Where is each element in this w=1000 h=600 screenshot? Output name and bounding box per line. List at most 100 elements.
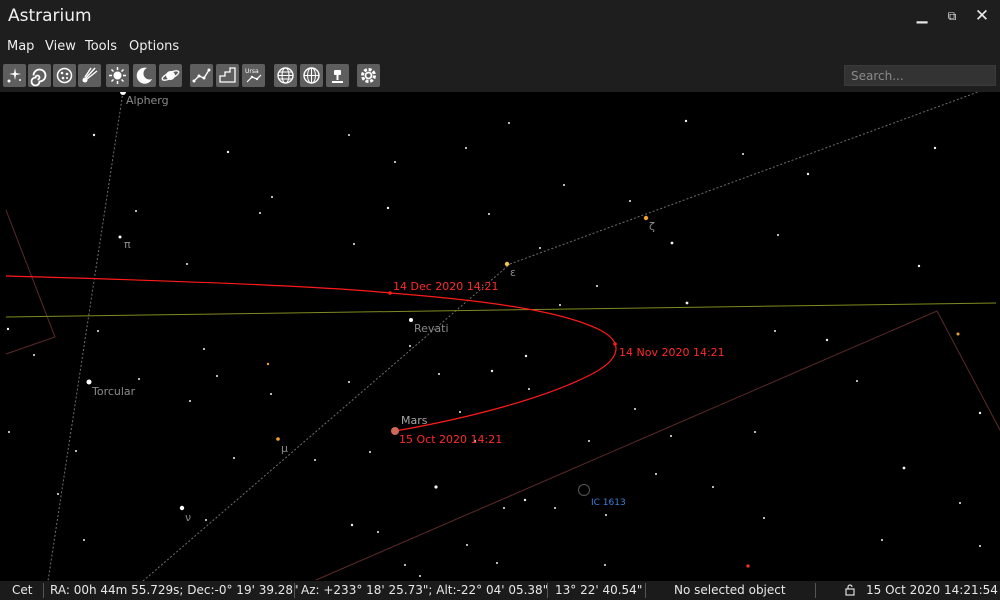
faint-star[interactable] xyxy=(438,373,440,375)
faint-star[interactable] xyxy=(270,393,272,395)
menu-view[interactable]: View xyxy=(45,39,76,54)
minimize-button[interactable]: ▁ xyxy=(908,5,936,27)
faint-star[interactable] xyxy=(33,354,35,356)
star-zeta[interactable] xyxy=(643,215,649,221)
star-nu[interactable] xyxy=(179,505,185,511)
faint-star[interactable] xyxy=(83,539,85,541)
sky-map[interactable]: Alpherg π ε ζ Revati Torcular μ ν 14 Dec… xyxy=(0,92,1000,581)
faint-star[interactable] xyxy=(503,507,505,509)
faint-star[interactable] xyxy=(135,210,137,212)
constellation-lines-icon[interactable] xyxy=(190,64,213,87)
faint-star[interactable] xyxy=(523,498,527,502)
faint-star[interactable] xyxy=(226,150,230,154)
menu-options[interactable]: Options xyxy=(129,39,179,54)
faint-star[interactable] xyxy=(524,354,528,358)
ic1613-marker[interactable] xyxy=(578,484,590,496)
sun-icon[interactable] xyxy=(106,64,129,87)
faint-star[interactable] xyxy=(459,411,461,413)
faint-star[interactable] xyxy=(629,200,631,202)
restore-button[interactable]: ⧉ xyxy=(938,5,966,27)
faint-star[interactable] xyxy=(856,380,858,382)
faint-star[interactable] xyxy=(742,153,744,155)
faint-star[interactable] xyxy=(386,206,390,210)
faint-star[interactable] xyxy=(271,196,273,198)
faint-star[interactable] xyxy=(559,304,561,306)
status-datetime[interactable]: 15 Oct 2020 14:21:54 xyxy=(866,583,998,597)
faint-star[interactable] xyxy=(259,212,261,214)
faint-star[interactable] xyxy=(959,502,961,504)
planet-icon[interactable] xyxy=(159,64,182,87)
faint-star[interactable] xyxy=(917,264,921,268)
mars-track-point-dec[interactable] xyxy=(388,291,392,295)
faint-star[interactable] xyxy=(350,523,354,527)
moon-icon[interactable] xyxy=(133,64,156,87)
faint-star[interactable] xyxy=(348,134,350,136)
faint-star[interactable] xyxy=(496,562,498,564)
faint-star[interactable] xyxy=(508,122,510,124)
faint-star[interactable] xyxy=(377,531,379,533)
search-input[interactable] xyxy=(844,65,996,86)
galaxy-icon[interactable] xyxy=(28,64,51,87)
faint-star[interactable] xyxy=(978,411,982,415)
faint-star[interactable] xyxy=(933,146,937,150)
faint-star[interactable] xyxy=(490,369,494,373)
faint-star[interactable] xyxy=(712,486,714,488)
faint-star[interactable] xyxy=(539,247,541,249)
faint-star[interactable] xyxy=(205,519,207,521)
faint-star[interactable] xyxy=(684,119,688,123)
star-epsilon[interactable] xyxy=(504,261,510,267)
sky-chart[interactable]: Alpherg π ε ζ Revati Torcular μ ν 14 Dec… xyxy=(0,92,1000,581)
faint-star[interactable] xyxy=(881,539,883,541)
mars-planet[interactable] xyxy=(391,427,399,435)
faint-star[interactable] xyxy=(588,440,590,442)
settings-icon[interactable] xyxy=(357,64,380,87)
faint-star[interactable] xyxy=(216,375,218,377)
faint-star[interactable] xyxy=(763,517,765,519)
faint-star[interactable] xyxy=(92,133,96,137)
constellation-labels-icon[interactable]: Ursa xyxy=(242,64,265,87)
faint-star[interactable] xyxy=(419,575,421,577)
faint-star[interactable] xyxy=(754,431,756,433)
star-cluster-icon[interactable] xyxy=(53,64,76,87)
faint-star[interactable] xyxy=(655,473,657,475)
faint-star[interactable] xyxy=(902,466,906,470)
faint-star[interactable] xyxy=(528,388,530,390)
star-mu[interactable] xyxy=(276,437,280,441)
faint-star[interactable] xyxy=(774,330,776,332)
faint-star[interactable] xyxy=(825,338,829,342)
faint-star[interactable] xyxy=(369,451,371,453)
comet-icon[interactable] xyxy=(78,64,101,87)
menu-map[interactable]: Map xyxy=(7,39,34,54)
faint-star[interactable] xyxy=(979,545,981,547)
constellation-borders-icon[interactable] xyxy=(216,64,239,87)
faint-star[interactable] xyxy=(353,243,355,245)
faint-star[interactable] xyxy=(488,213,490,215)
faint-star[interactable] xyxy=(806,172,810,176)
faint-star[interactable] xyxy=(97,330,99,332)
mars-track-point-nov[interactable] xyxy=(613,342,617,346)
faint-star[interactable] xyxy=(8,431,10,433)
star-pi[interactable] xyxy=(118,235,122,239)
star-torcular[interactable] xyxy=(86,379,92,385)
faint-star[interactable] xyxy=(634,408,636,410)
faint-star[interactable] xyxy=(596,285,598,287)
faint-star[interactable] xyxy=(75,450,77,452)
faint-star[interactable] xyxy=(563,184,565,186)
horizontal-grid-icon[interactable] xyxy=(300,64,323,87)
faint-star[interactable] xyxy=(189,400,191,402)
faint-star[interactable] xyxy=(186,263,188,265)
faint-star[interactable] xyxy=(685,301,689,305)
faint-star[interactable] xyxy=(314,459,316,461)
star-red[interactable] xyxy=(746,564,750,568)
faint-star[interactable] xyxy=(6,327,10,331)
faint-star[interactable] xyxy=(409,345,411,347)
faint-star[interactable] xyxy=(670,241,674,245)
faint-star[interactable] xyxy=(348,381,350,383)
faint-star[interactable] xyxy=(465,147,467,149)
stars-icon[interactable] xyxy=(3,64,26,87)
equatorial-grid-icon[interactable] xyxy=(274,64,297,87)
faint-star[interactable] xyxy=(604,564,606,566)
star-orange-small[interactable] xyxy=(266,362,270,366)
faint-star[interactable] xyxy=(670,435,672,437)
faint-star[interactable] xyxy=(394,161,396,163)
